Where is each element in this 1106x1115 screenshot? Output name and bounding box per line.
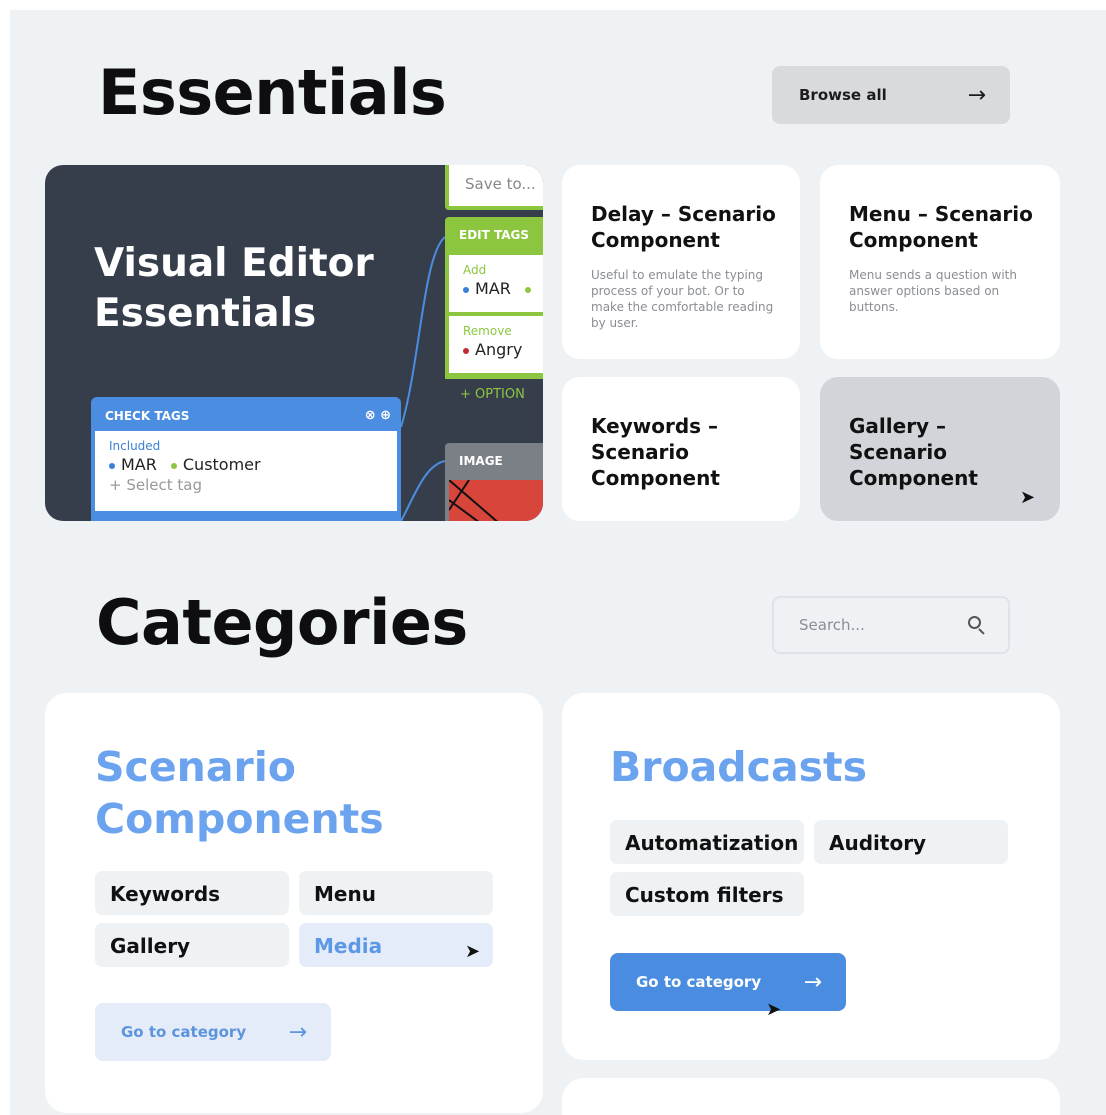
check-tags-node: CHECK TAGS ⊗ ⊕ Included MAR Customer + Se… xyxy=(91,397,401,521)
menu-component-card[interactable]: Menu – Scenario Component Menu sends a q… xyxy=(820,165,1060,359)
card-title: Menu – Scenario Component xyxy=(849,202,1033,252)
image-thumbnail xyxy=(449,480,543,521)
category-title: Scenario Components xyxy=(95,743,384,843)
edit-tags-node: Add MAR Remove Angry xyxy=(445,251,543,379)
chip-menu[interactable]: Menu xyxy=(299,871,493,915)
chip-auditory[interactable]: Auditory xyxy=(814,820,1008,864)
remove-tag-text: Angry xyxy=(475,340,523,359)
scenario-go-to-category-button[interactable]: Go to category → xyxy=(95,1003,331,1061)
blue-dot-icon xyxy=(463,286,469,293)
chip-custom-filters[interactable]: Custom filters xyxy=(610,872,804,916)
scenario-components-category-card: Scenario Components Keywords Menu Galler… xyxy=(45,693,543,1113)
green-dot-icon xyxy=(524,286,531,293)
cursor-icon: ➤ xyxy=(1020,487,1036,508)
included-label: Included xyxy=(109,439,161,453)
chip-keywords[interactable]: Keywords xyxy=(95,871,289,915)
category-title: Broadcasts xyxy=(610,743,868,791)
blue-dot-icon xyxy=(109,462,115,469)
image-node xyxy=(445,477,543,521)
green-dot-icon xyxy=(170,462,177,469)
delay-component-card[interactable]: Delay – Scenario Component Useful to emu… xyxy=(562,165,800,359)
visual-editor-hero-card[interactable]: Visual Editor Essentials Save to... EDIT… xyxy=(45,165,543,521)
red-dot-icon xyxy=(463,347,469,354)
remove-tag: Angry xyxy=(463,340,543,359)
add-tag-box: Add MAR xyxy=(449,255,543,312)
save-to-node: Save to... xyxy=(445,165,543,210)
gallery-component-card[interactable]: Gallery – Scenario Component ➤ xyxy=(820,377,1060,521)
cursor-icon: ➤ xyxy=(465,941,481,962)
card-description: Useful to emulate the typing process of … xyxy=(591,268,774,330)
search-box[interactable] xyxy=(772,596,1010,654)
button-label: Go to category xyxy=(121,1023,247,1041)
essentials-heading: Essentials xyxy=(98,56,447,129)
add-tag-text: MAR xyxy=(475,279,511,298)
included-tag-1: MAR xyxy=(121,455,157,474)
card-title: Gallery – Scenario Component xyxy=(849,414,978,490)
chip-automatization[interactable]: Automatization xyxy=(610,820,804,864)
remove-tag-box: Remove Angry xyxy=(449,316,543,373)
close-add-icons: ⊗ ⊕ xyxy=(364,408,391,423)
card-title: Delay – Scenario Component xyxy=(591,202,776,252)
image-node-header: IMAGE xyxy=(445,443,543,477)
select-tag-link: + Select tag xyxy=(109,476,202,494)
next-category-card xyxy=(562,1078,1060,1115)
image-lines xyxy=(449,480,499,521)
arrow-right-icon: → xyxy=(803,969,822,995)
button-label: Go to category xyxy=(636,973,762,991)
card-description: Menu sends a question with answer option… xyxy=(849,268,1017,314)
arrow-right-icon: → xyxy=(967,82,986,108)
search-input[interactable] xyxy=(799,616,949,634)
chip-media[interactable]: Media xyxy=(299,923,493,967)
edit-tags-header: EDIT TAGS xyxy=(445,217,543,251)
arrow-right-icon: → xyxy=(288,1019,307,1045)
broadcasts-category-card: Broadcasts Automatization Auditory Custo… xyxy=(562,693,1060,1060)
check-tags-body: Included MAR Customer + Select tag xyxy=(95,431,397,511)
add-label: Add xyxy=(463,263,487,277)
search-icon[interactable] xyxy=(968,616,986,635)
chip-gallery[interactable]: Gallery xyxy=(95,923,289,967)
included-tag-2: Customer xyxy=(182,455,261,474)
browse-all-label: Browse all xyxy=(799,86,887,104)
add-option-label: + OPTION xyxy=(460,387,525,402)
categories-heading: Categories xyxy=(96,586,468,659)
remove-label: Remove xyxy=(463,324,512,338)
keywords-component-card[interactable]: Keywords – Scenario Component xyxy=(562,377,800,521)
cursor-icon: ➤ xyxy=(766,999,782,1020)
broadcasts-go-to-category-button[interactable]: Go to category → xyxy=(610,953,846,1011)
card-title: Keywords – Scenario Component xyxy=(591,414,720,490)
page: Essentials Browse all → Visual Editor Es… xyxy=(10,10,1106,1115)
check-tags-label: CHECK TAGS xyxy=(105,409,190,423)
hero-title: Visual Editor Essentials xyxy=(94,241,374,336)
browse-all-button[interactable]: Browse all → xyxy=(772,66,1010,124)
check-tags-header: CHECK TAGS ⊗ ⊕ xyxy=(91,397,401,431)
included-tags: MAR Customer xyxy=(109,455,397,474)
add-tag: MAR xyxy=(463,279,543,298)
